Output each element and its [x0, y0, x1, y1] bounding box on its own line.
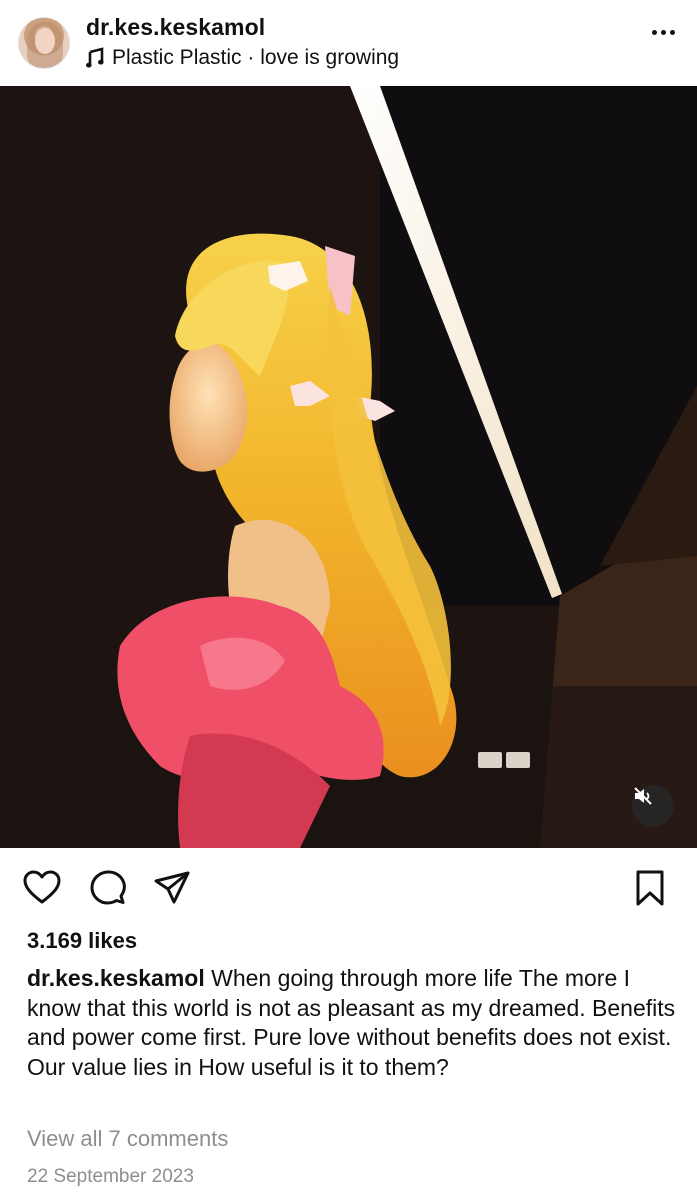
heart-icon[interactable]	[22, 868, 62, 908]
avatar-face	[35, 28, 55, 54]
post-media[interactable]	[0, 86, 697, 848]
music-info[interactable]: Plastic Plastic · love is growing	[86, 46, 399, 70]
muted-speaker-icon	[634, 787, 652, 805]
share-icon[interactable]	[152, 868, 192, 908]
post-photo	[0, 86, 697, 848]
post-caption: dr.kes.keskamol When going through more …	[27, 964, 677, 1082]
post-date: 22 September 2023	[27, 1166, 194, 1187]
music-label: Plastic Plastic · love is growing	[112, 46, 400, 69]
more-options-icon[interactable]	[652, 30, 675, 35]
action-bar	[0, 860, 697, 916]
likes-count[interactable]: 3.169 likes	[27, 928, 137, 954]
more-dot	[652, 30, 657, 35]
post-username[interactable]: dr.kes.keskamol	[86, 14, 265, 41]
caption-username[interactable]: dr.kes.keskamol	[27, 965, 205, 991]
more-dot	[661, 30, 666, 35]
avatar[interactable]	[18, 17, 70, 69]
music-note-icon	[86, 47, 104, 68]
view-comments-link[interactable]: View all 7 comments	[27, 1126, 228, 1152]
mute-toggle[interactable]	[632, 785, 674, 827]
comment-icon[interactable]	[88, 868, 128, 908]
more-dot	[670, 30, 675, 35]
bookmark-icon[interactable]	[630, 868, 670, 908]
post-header: dr.kes.keskamol Plastic Plastic · love i…	[0, 0, 697, 86]
